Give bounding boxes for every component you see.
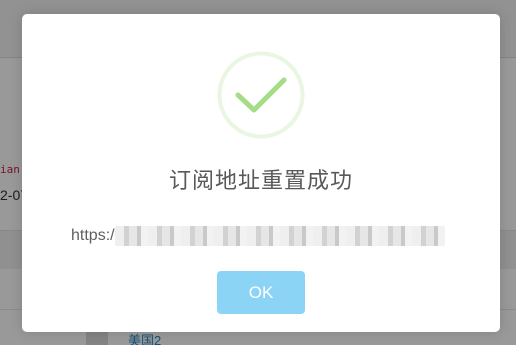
success-dialog: 订阅地址重置成功 https:/ OK (22, 14, 500, 332)
subscription-url: https:/ (71, 225, 445, 247)
app-screen: ian 2-07 美国2 订阅地址重置成功 https:/ OK (0, 0, 516, 345)
success-check-icon (217, 51, 305, 139)
dialog-title: 订阅地址重置成功 (168, 169, 353, 194)
redacted-url-blur (114, 226, 445, 246)
subscription-url-prefix: https:/ (71, 227, 115, 244)
ok-button[interactable]: OK (217, 271, 305, 314)
